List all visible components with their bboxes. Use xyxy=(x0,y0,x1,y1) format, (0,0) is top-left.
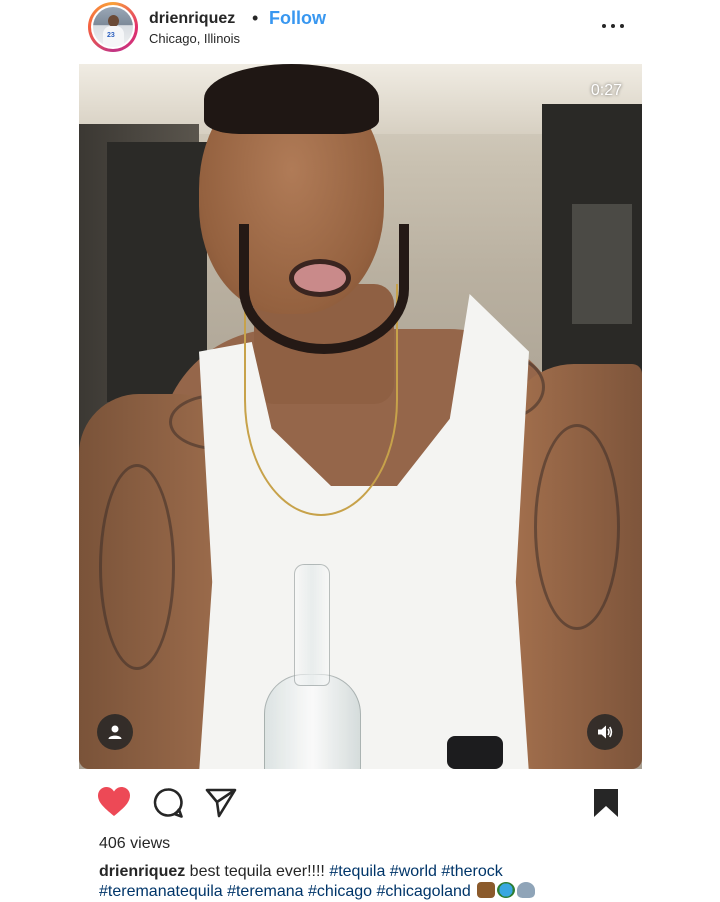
globe-emoji xyxy=(497,882,516,898)
separator-dot: • xyxy=(252,8,259,28)
caption-username[interactable]: drienriquez xyxy=(99,863,185,880)
video-player[interactable]: 0:27 xyxy=(79,64,642,769)
comment-icon[interactable] xyxy=(152,787,184,824)
speaking-head-emoji xyxy=(517,882,536,898)
video-timer: 0:27 xyxy=(590,82,622,99)
tequila-bottle xyxy=(264,564,361,769)
user-tag-icon[interactable] xyxy=(97,714,133,750)
post-caption: drienriquez best tequila ever!!!! #tequi… xyxy=(99,862,619,902)
flexed-biceps-emoji xyxy=(477,882,496,898)
location-link[interactable]: Chicago, Illinois xyxy=(149,31,240,46)
bookmark-icon[interactable] xyxy=(593,788,619,823)
heart-icon[interactable] xyxy=(97,786,131,823)
send-icon[interactable] xyxy=(205,787,237,824)
username[interactable]: drienriquez xyxy=(149,10,235,28)
post-header: 23 drienriquez • Follow Chicago, Illinoi… xyxy=(0,0,720,64)
caption-hashtags-line2[interactable]: #teremanatequila #teremana #chicago #chi… xyxy=(99,883,471,900)
follow-button[interactable]: Follow xyxy=(269,8,326,29)
view-count[interactable]: 406 views xyxy=(99,835,170,853)
caption-hashtags-line1[interactable]: #tequila #world #therock xyxy=(329,863,502,880)
action-bar xyxy=(0,780,720,824)
avatar[interactable]: 23 xyxy=(88,2,138,52)
more-options-icon[interactable] xyxy=(598,16,628,36)
caption-text: best tequila ever!!!! xyxy=(185,863,330,880)
speaker-icon[interactable] xyxy=(587,714,623,750)
